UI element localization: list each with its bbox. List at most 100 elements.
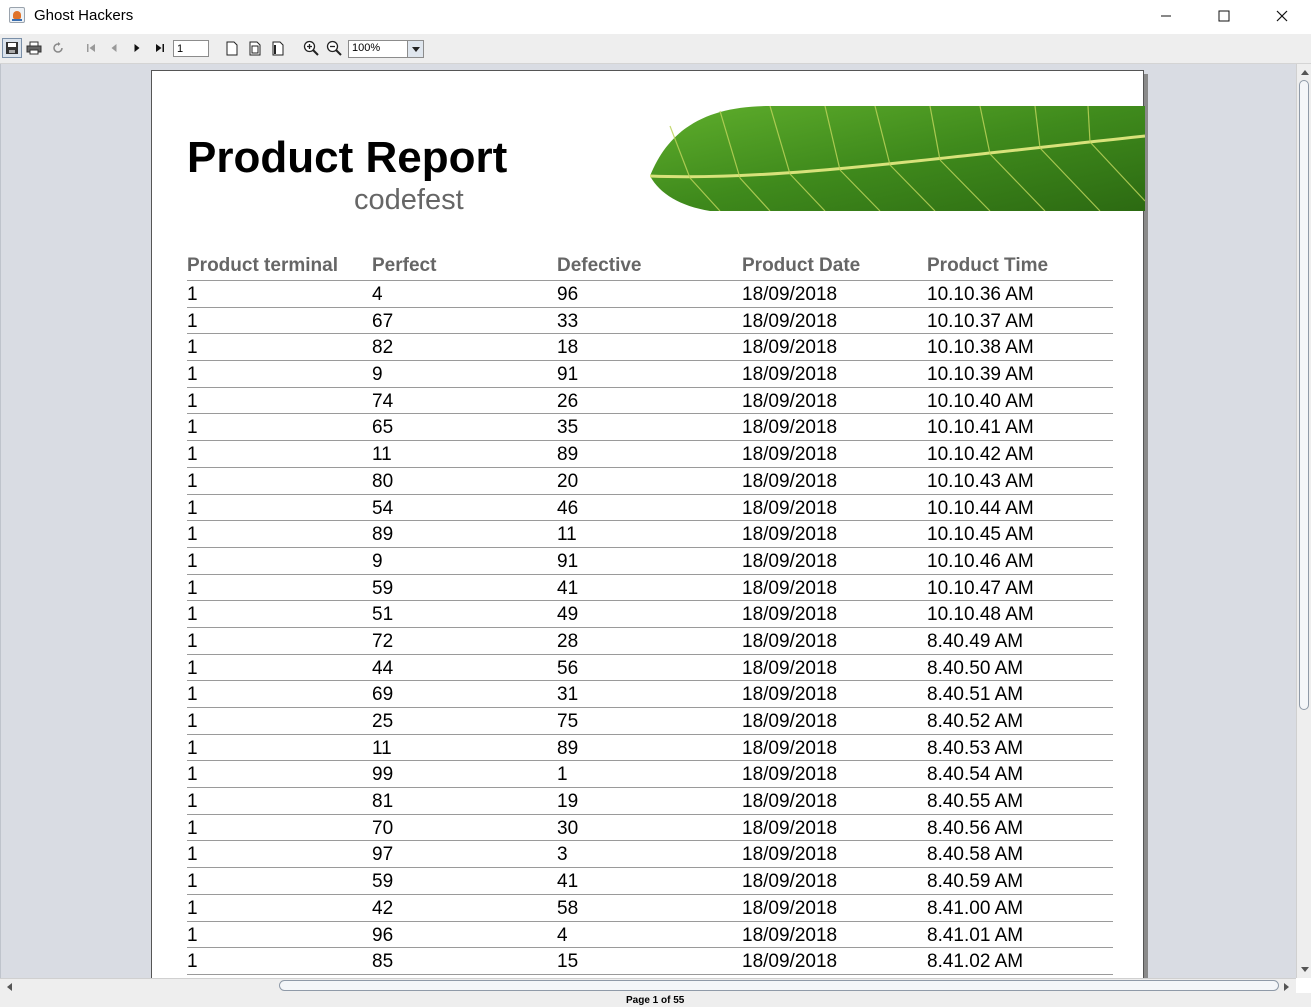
report-subtitle: codefest: [354, 184, 464, 216]
minimize-button[interactable]: [1137, 0, 1195, 32]
table-cell: 58: [557, 897, 579, 919]
table-cell: 8.40.54 AM: [927, 764, 1024, 786]
table-cell: 1: [557, 764, 568, 786]
table-cell: 1: [187, 657, 198, 679]
table-cell: 18/09/2018: [742, 310, 838, 332]
table-cell: 8.40.50 AM: [927, 657, 1024, 679]
table-cell: 44: [372, 657, 394, 679]
table-cell: 15: [557, 951, 579, 973]
table-cell: 1: [187, 604, 198, 626]
zoom-in-button[interactable]: [301, 38, 321, 58]
table-row: 1 80 20 18/09/2018 10.10.43 AM: [187, 468, 1113, 495]
table-cell: 8.40.55 AM: [927, 791, 1024, 813]
table-cell: 28: [557, 630, 579, 652]
table-cell: 59: [372, 577, 394, 599]
table-cell: 1: [187, 310, 198, 332]
save-button[interactable]: [2, 38, 22, 58]
table-row: 1 54 46 18/09/2018 10.10.44 AM: [187, 495, 1113, 522]
first-page-button[interactable]: [81, 38, 101, 58]
fit-page-icon: [249, 41, 261, 55]
last-page-button[interactable]: [150, 38, 170, 58]
table-row: 1 44 56 18/09/2018 8.40.50 AM: [187, 655, 1113, 682]
vertical-scroll-thumb[interactable]: [1299, 80, 1309, 710]
table-cell: 10.10.42 AM: [927, 444, 1034, 466]
table-cell: 1: [187, 550, 198, 572]
table-cell: 3: [557, 844, 568, 866]
column-header: Product Date: [742, 255, 861, 276]
table-cell: 67: [372, 310, 394, 332]
zoom-out-button[interactable]: [324, 38, 344, 58]
fit-width-button[interactable]: [268, 38, 288, 58]
column-header: Product Time: [927, 255, 1049, 276]
table-cell: 8.41.01 AM: [927, 924, 1024, 946]
table-cell: 1: [187, 524, 198, 546]
report-viewport[interactable]: Product Report codefest Product terminal…: [0, 64, 1296, 978]
scroll-left-icon[interactable]: [2, 979, 17, 994]
table-cell: 8.40.49 AM: [927, 630, 1024, 652]
table-cell: 8.41.02 AM: [927, 951, 1024, 973]
table-cell: 19: [557, 791, 579, 813]
page-status: Page 1 of 55: [626, 995, 685, 1006]
minimize-icon: [1161, 15, 1171, 17]
dropdown-arrow-icon[interactable]: [407, 41, 423, 57]
table-cell: 18/09/2018: [742, 630, 838, 652]
table-cell: 18/09/2018: [742, 791, 838, 813]
close-button[interactable]: [1253, 0, 1311, 32]
print-button[interactable]: [24, 38, 44, 58]
table-cell: 18/09/2018: [742, 284, 838, 305]
table-cell: 18/09/2018: [742, 737, 838, 759]
table-cell: 18/09/2018: [742, 604, 838, 626]
table-row: 1 69 31 18/09/2018 8.40.51 AM: [187, 681, 1113, 708]
actual-size-button[interactable]: [222, 38, 242, 58]
table-cell: 1: [187, 390, 198, 412]
last-page-icon: [156, 44, 164, 52]
table-header: Product terminal Perfect Defective Product …: [187, 251, 1113, 281]
scroll-up-icon[interactable]: [1297, 65, 1311, 80]
window-title: Ghost Hackers: [34, 7, 134, 24]
table-cell: 20: [557, 470, 579, 492]
vertical-scrollbar[interactable]: [1296, 64, 1311, 978]
table-cell: 1: [187, 897, 198, 919]
table-row: 1 96 4 18/09/2018 8.41.01 AM: [187, 922, 1113, 949]
table-cell: 18/09/2018: [742, 364, 838, 386]
table-cell: 18/09/2018: [742, 444, 838, 466]
table-cell: 70: [372, 817, 394, 839]
table-cell: 91: [557, 550, 579, 572]
table-cell: 18/09/2018: [742, 711, 838, 732]
reload-button[interactable]: [48, 38, 68, 58]
maximize-button[interactable]: [1195, 0, 1253, 32]
table-row: 1 99 1 18/09/2018 8.40.54 AM: [187, 761, 1113, 789]
scroll-down-icon[interactable]: [1297, 962, 1311, 977]
table-cell: 18/09/2018: [742, 951, 838, 973]
table-cell: 1: [187, 924, 198, 946]
zoom-select[interactable]: 100%: [348, 40, 424, 58]
actual-size-icon: [226, 41, 238, 55]
table-row: 1 85 15 18/09/2018 8.41.02 AM: [187, 948, 1113, 975]
table-row: 1 51 49 18/09/2018 10.10.48 AM: [187, 601, 1113, 628]
table-cell: 10.10.46 AM: [927, 550, 1034, 572]
table-cell: 33: [557, 310, 579, 332]
page-number-field[interactable]: [173, 40, 209, 57]
horizontal-scroll-thumb[interactable]: [279, 980, 1279, 991]
table-cell: 18: [557, 337, 579, 359]
table-cell: 30: [557, 817, 579, 839]
table-cell: 1: [187, 337, 198, 359]
table-cell: 11: [557, 524, 577, 546]
status-bar: Page 1 of 55: [0, 993, 1311, 1007]
table-cell: 1: [187, 577, 198, 599]
table-cell: 81: [372, 791, 394, 813]
table-cell: 10.10.43 AM: [927, 470, 1034, 492]
scroll-right-icon[interactable]: [1279, 979, 1294, 994]
next-page-button[interactable]: [127, 38, 147, 58]
leaf-banner-image: [650, 106, 1145, 211]
previous-page-button[interactable]: [104, 38, 124, 58]
table-cell: 54: [372, 497, 394, 519]
horizontal-scrollbar[interactable]: [0, 978, 1296, 993]
fit-page-button[interactable]: [245, 38, 265, 58]
table-cell: 75: [557, 711, 579, 732]
table-cell: 89: [557, 737, 579, 759]
maximize-icon: [1218, 10, 1230, 22]
table-cell: 10.10.39 AM: [927, 364, 1034, 386]
table-cell: 18/09/2018: [742, 470, 838, 492]
table-cell: 10.10.37 AM: [927, 310, 1034, 332]
